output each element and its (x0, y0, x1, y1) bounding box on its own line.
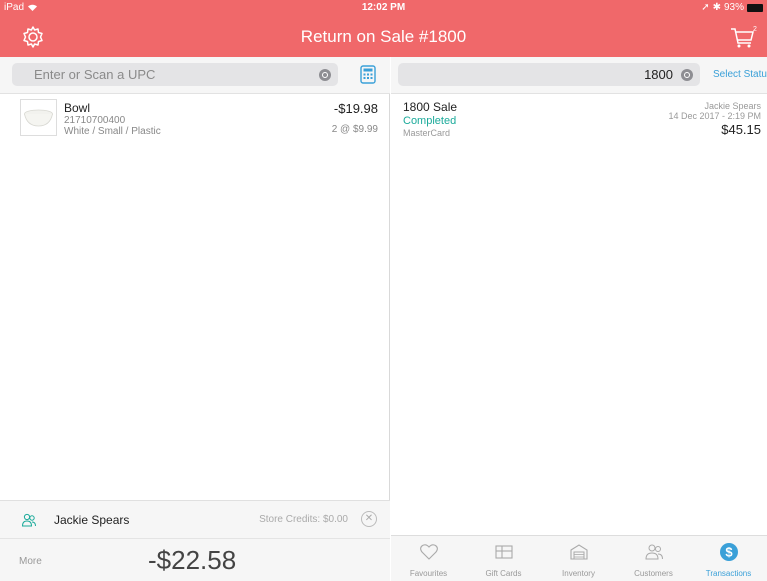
store-credits: Store Credits: $0.00 (259, 514, 348, 525)
transactions-panel: Select Status 1800 Sale Completed Master… (391, 57, 767, 581)
tab-bar: Favourites Gift Cards Inventory Customer… (391, 535, 767, 581)
transaction-search-input[interactable] (398, 63, 673, 86)
tab-label: Favourites (409, 569, 448, 578)
tab-customers[interactable]: Customers (616, 536, 691, 581)
bowl-image (24, 109, 53, 127)
location-icon: ➚ (701, 2, 710, 13)
tab-label: Customers (634, 569, 673, 578)
transaction-search-row: Select Status (391, 57, 767, 94)
svg-text:$: $ (725, 545, 733, 560)
cart-count: 2 (753, 26, 757, 33)
transaction-row[interactable]: 1800 Sale Completed MasterCard Jackie Sp… (391, 94, 767, 146)
status-right: ➚ ✱ 93% (701, 2, 763, 13)
nav-bar: Return on Sale #1800 2 (0, 17, 767, 57)
remove-customer-icon[interactable]: ✕ (361, 511, 377, 527)
cart-icon[interactable]: 2 (729, 23, 757, 51)
search-icon[interactable] (319, 69, 331, 81)
list-item[interactable]: Bowl 21710700400 White / Small / Plastic… (0, 94, 390, 146)
item-name: Bowl (64, 101, 91, 115)
transaction-date: 14 Dec 2017 - 2:19 PM (668, 111, 761, 121)
tab-label: Transactions (705, 569, 752, 578)
gift-card-icon (495, 545, 513, 559)
tab-label: Inventory (562, 569, 595, 578)
warehouse-icon (570, 544, 588, 560)
more-button[interactable]: More (19, 556, 42, 567)
customer-icon (21, 513, 36, 527)
customer-name: Jackie Spears (54, 513, 130, 527)
tab-label: Gift Cards (485, 569, 522, 578)
item-variant: White / Small / Plastic (64, 126, 161, 137)
tab-gift-cards[interactable]: Gift Cards (466, 536, 541, 581)
dollar-icon: $ (720, 543, 738, 561)
total-amount: -$22.58 (148, 545, 237, 575)
upc-search-box (12, 63, 338, 86)
customer-row[interactable]: Jackie Spears Store Credits: $0.00 ✕ (0, 500, 390, 538)
product-thumbnail (20, 99, 57, 136)
transaction-customer: Jackie Spears (704, 101, 761, 111)
sale-panel: Bowl 21710700400 White / Small / Plastic… (0, 57, 390, 581)
page-title: Return on Sale #1800 (300, 27, 467, 46)
status-bar: iPad 12:02 PM ➚ ✱ 93% (0, 0, 767, 17)
tab-inventory[interactable]: Inventory (541, 536, 616, 581)
customers-icon (645, 544, 663, 560)
tab-favourites[interactable]: Favourites (391, 536, 466, 581)
bluetooth-icon: ✱ (712, 2, 721, 13)
upc-search-row (0, 57, 390, 94)
heart-icon (420, 544, 438, 560)
battery-icon (747, 3, 763, 12)
item-price: -$19.98 (333, 101, 378, 116)
calculator-icon[interactable] (360, 65, 376, 84)
clock: 12:02 PM (361, 2, 406, 13)
transaction-search-box (398, 63, 700, 86)
upc-search-input[interactable] (12, 63, 302, 86)
transaction-amount: $45.15 (721, 122, 761, 137)
transaction-status: Completed (403, 115, 457, 127)
search-icon[interactable] (681, 69, 693, 81)
select-status-button[interactable]: Select Status (713, 69, 767, 80)
tab-transactions[interactable]: $ Transactions (691, 536, 766, 581)
item-upc: 21710700400 (64, 115, 126, 126)
total-row: More -$22.58 (0, 538, 390, 581)
battery-percent: 93% (723, 2, 744, 13)
payment-method: MasterCard (403, 128, 451, 138)
item-quantity: 2 @ $9.99 (331, 124, 378, 135)
transaction-title: 1800 Sale (403, 100, 458, 114)
